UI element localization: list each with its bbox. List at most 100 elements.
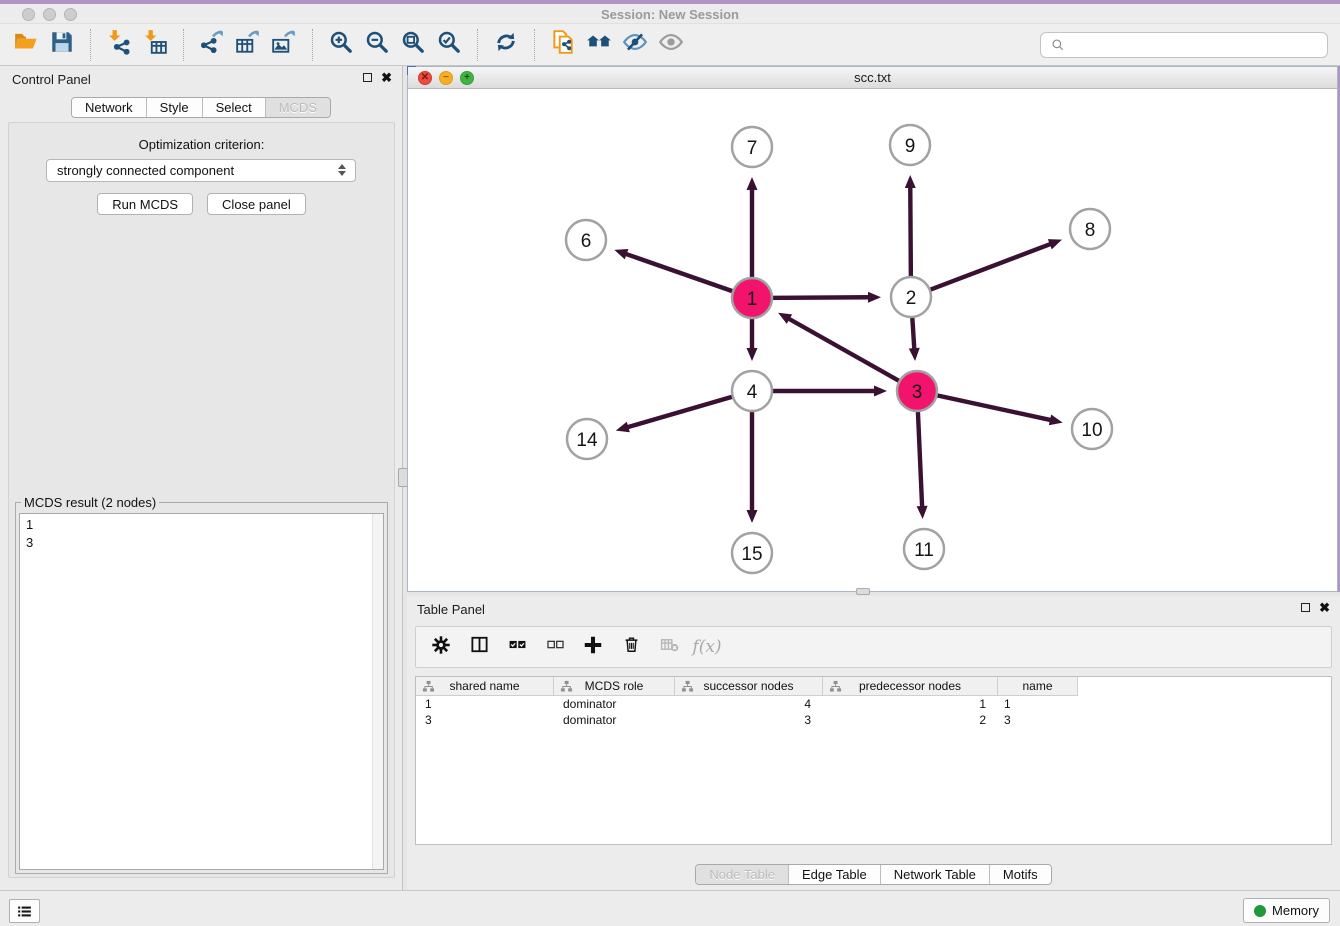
memory-status-icon [1254,905,1266,917]
table-row[interactable]: 3dominator323 [416,712,1331,728]
show-all-button[interactable] [656,29,686,61]
column-header-label: successor nodes [703,679,793,693]
cell-successor-nodes[interactable]: 3 [675,712,823,728]
svg-text:14: 14 [576,430,598,451]
graph-node-10[interactable]: 10 [1072,409,1112,449]
status-bar: Memory [0,890,1340,926]
graph-node-4[interactable]: 4 [732,371,772,411]
split-view-button[interactable] [466,634,492,660]
graph-node-1[interactable]: 1 [732,278,772,318]
graph-node-3[interactable]: 3 [897,371,937,411]
settings-button[interactable] [428,634,454,660]
graph-node-6[interactable]: 6 [566,220,606,260]
cell-name[interactable]: 1 [998,696,1078,712]
table-row[interactable]: 1dominator411 [416,696,1331,712]
hide-selected-button[interactable] [620,29,650,61]
cell-predecessor-nodes[interactable]: 1 [823,696,998,712]
add-row-button[interactable] [580,634,606,660]
zoom-selected-button[interactable] [434,29,464,61]
tab-edge-table[interactable]: Edge Table [788,865,880,884]
tab-network[interactable]: Network [72,98,146,117]
column-header-shared-name[interactable]: shared name [416,677,554,696]
first-neighbors-button[interactable] [584,29,614,61]
cell-shared-name[interactable]: 3 [416,712,554,728]
table-header-row: shared nameMCDS role successor nodes prede… [416,677,1331,696]
apply-layout-button[interactable] [491,29,521,61]
export-table-button[interactable] [233,29,263,61]
save-session-icon [49,29,75,60]
column-header-successor-nodes[interactable]: successor nodes [675,677,823,696]
search-field[interactable] [1040,32,1328,58]
graph-node-7[interactable]: 7 [732,127,772,167]
network-view-window: ✕ − + scc.txt 1 2 3 4 6 7 8 9 10 11 14 15 [407,66,1338,592]
network-canvas[interactable]: 1 2 3 4 6 7 8 9 10 11 14 15 [408,89,1337,591]
deselect-all-button[interactable] [542,634,568,660]
select-all-button[interactable] [504,634,530,660]
zoom-out-button[interactable] [362,29,392,61]
search-icon [1051,38,1065,52]
table-tabs: Node TableEdge TableNetwork TableMotifs [695,864,1051,885]
tab-select[interactable]: Select [202,98,265,117]
column-header-name[interactable]: name [998,677,1078,696]
result-scrollbar[interactable] [372,514,383,869]
close-panel-icon[interactable]: ✖ [381,72,392,83]
run-mcds-button[interactable]: Run MCDS [97,193,193,215]
cell-shared-name[interactable]: 1 [416,696,554,712]
cell-name[interactable]: 3 [998,712,1078,728]
close-panel-button[interactable]: Close panel [207,193,306,215]
graph-node-9[interactable]: 9 [890,125,930,165]
save-session-button[interactable] [47,29,77,61]
duplicate-network-icon [550,29,576,60]
cell-MCDS-role[interactable]: dominator [554,696,675,712]
list-icon [16,903,33,920]
memory-button-label: Memory [1272,903,1319,918]
zoom-fit-button[interactable] [398,29,428,61]
delete-row-button[interactable] [618,634,644,660]
tab-mcds[interactable]: MCDS [265,98,330,117]
search-input[interactable] [1069,38,1321,53]
toolbar-separator [312,29,313,61]
edge-3-10[interactable] [917,391,1063,425]
tab-style[interactable]: Style [146,98,202,117]
cell-successor-nodes[interactable]: 4 [675,696,823,712]
float-panel-icon[interactable] [363,73,372,82]
show-all-icon [658,29,684,60]
edge-3-1[interactable] [778,313,917,391]
tab-node-table[interactable]: Node Table [696,865,788,884]
settings-icon [430,634,452,661]
column-header-MCDS-role[interactable]: MCDS role [554,677,675,696]
network-window-title: scc.txt [408,70,1337,85]
tab-network-table[interactable]: Network Table [880,865,989,884]
memory-button[interactable]: Memory [1243,898,1330,923]
open-session-button[interactable] [11,29,41,61]
network-window-titlebar[interactable]: ✕ − + scc.txt [408,67,1337,89]
task-history-button[interactable] [9,899,40,923]
tab-motifs[interactable]: Motifs [989,865,1051,884]
close-table-panel-icon[interactable]: ✖ [1319,602,1330,613]
edge-4-14[interactable] [616,391,752,432]
float-table-panel-icon[interactable] [1301,603,1310,612]
criterion-dropdown[interactable]: strongly connected component [46,159,356,182]
cell-predecessor-nodes[interactable]: 2 [823,712,998,728]
export-image-button[interactable] [269,29,299,61]
graph-node-14[interactable]: 14 [567,419,607,459]
import-table-icon [142,29,168,60]
edge-2-8[interactable] [911,239,1062,297]
graph-node-8[interactable]: 8 [1070,209,1110,249]
export-network-button[interactable] [197,29,227,61]
graph-node-11[interactable]: 11 [904,529,944,569]
graph-node-2[interactable]: 2 [891,277,931,317]
cell-MCDS-role[interactable]: dominator [554,712,675,728]
result-line: 3 [26,534,377,552]
import-table-button[interactable] [140,29,170,61]
horizontal-splitter-grip[interactable] [856,588,870,595]
graph-node-15[interactable]: 15 [732,533,772,573]
delete-table-icon [660,635,679,659]
window-title: Session: New Session [0,7,1340,22]
mcds-result-textarea[interactable]: 13 [19,513,384,870]
edge-1-6[interactable] [614,249,752,298]
import-network-button[interactable] [104,29,134,61]
zoom-in-button[interactable] [326,29,356,61]
duplicate-network-button[interactable] [548,29,578,61]
column-header-predecessor-nodes[interactable]: predecessor nodes [823,677,998,696]
